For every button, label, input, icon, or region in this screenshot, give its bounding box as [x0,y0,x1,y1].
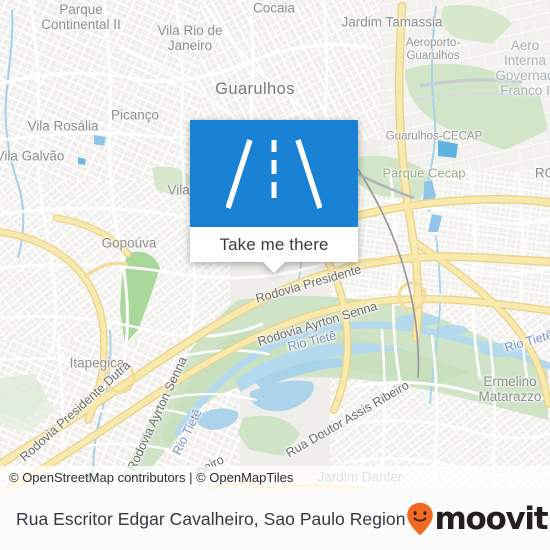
moovit-pin-smiley-icon [406,502,433,535]
moovit-logo[interactable]: moovit [406,500,549,537]
callout-icon-panel [190,120,358,227]
moovit-wordmark: moovit [434,500,549,537]
take-me-there-callout[interactable]: Take me there [190,120,358,273]
road-icon [226,138,322,209]
callout-button-label: Take me there [219,234,329,254]
map-attribution[interactable]: © OpenStreetMap contributors | © OpenMap… [0,466,550,488]
map-screenshot: Parque Continental II Cocaia Jardim Tamassi… [0,0,550,550]
callout-pointer [263,262,285,273]
callout-button[interactable]: Take me there [190,227,358,262]
attribution-text: © OpenStreetMap contributors | © OpenMap… [9,469,294,485]
location-title: Rua Escritor Edgar Cavalheiro, Sao Paulo… [16,508,406,529]
bottom-bar: Rua Escritor Edgar Cavalheiro, Sao Paulo… [0,488,550,550]
